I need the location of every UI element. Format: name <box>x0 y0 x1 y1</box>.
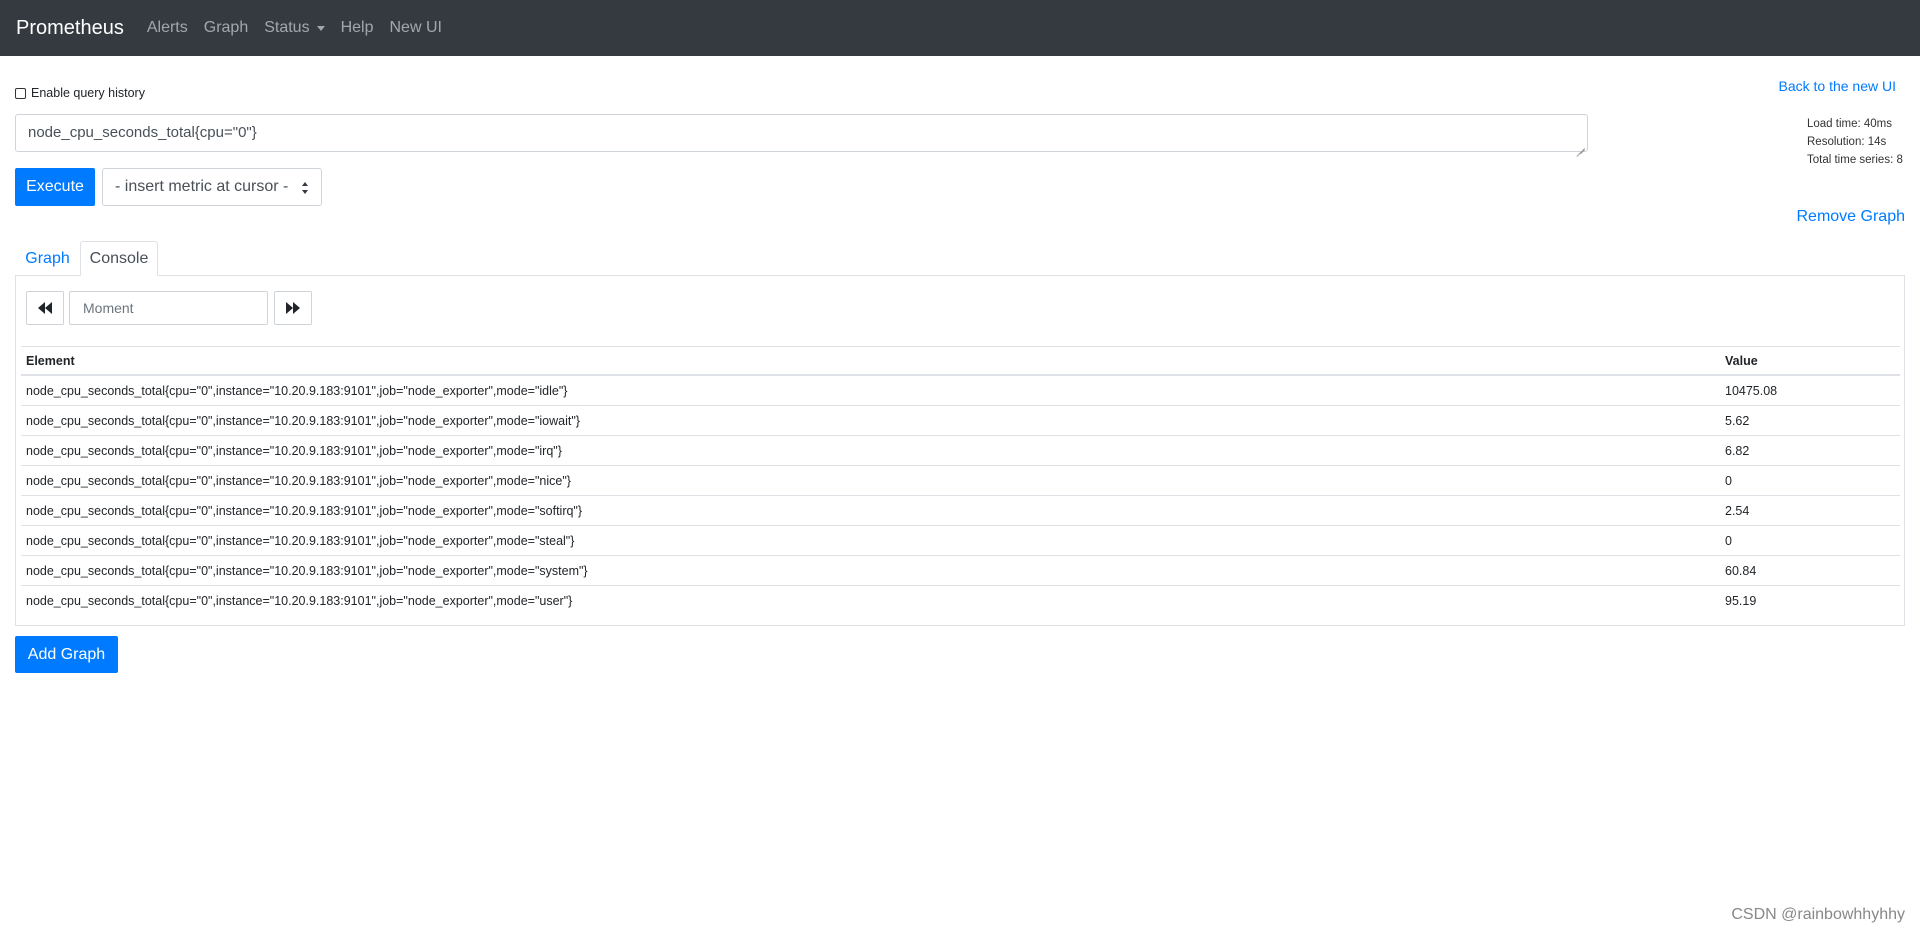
query-history-label: Enable query history <box>31 86 145 100</box>
results-table: Element Value node_cpu_seconds_total{cpu… <box>21 346 1900 616</box>
expression-text: node_cpu_seconds_total{cpu="0"} <box>28 124 257 141</box>
back-to-new-ui-link[interactable]: Back to the new UI <box>1778 78 1896 94</box>
watermark: CSDN @rainbowhhyhhy <box>1731 906 1905 923</box>
navbar: Prometheus Alerts Graph Status Help New … <box>0 0 1920 56</box>
time-forward-button[interactable] <box>274 291 312 325</box>
column-header-element: Element <box>26 353 75 368</box>
total-time-series: Total time series: 8 <box>1807 154 1903 166</box>
moment-input[interactable]: Moment <box>69 291 268 325</box>
nav-item-new-ui[interactable]: New UI <box>389 19 441 37</box>
row-value: 2.54 <box>1725 503 1750 518</box>
row-element: node_cpu_seconds_total{cpu="0",instance=… <box>26 563 588 578</box>
row-value: 5.62 <box>1725 413 1750 428</box>
tab-graph[interactable]: Graph <box>16 241 79 276</box>
table-row: node_cpu_seconds_total{cpu="0",instance=… <box>21 376 1900 406</box>
nav-item-graph[interactable]: Graph <box>204 19 248 37</box>
fast-backward-icon <box>38 302 52 314</box>
time-back-button[interactable] <box>26 291 64 325</box>
caret-down-icon <box>316 25 325 31</box>
row-value: 10475.08 <box>1725 383 1778 398</box>
row-element: node_cpu_seconds_total{cpu="0",instance=… <box>26 594 573 608</box>
row-element: node_cpu_seconds_total{cpu="0",instance=… <box>26 413 580 428</box>
table-row: node_cpu_seconds_total{cpu="0",instance=… <box>21 406 1900 436</box>
query-stats: Load time: 40ms Resolution: 14s Total ti… <box>1807 115 1903 169</box>
fast-forward-icon <box>286 302 300 314</box>
row-element: node_cpu_seconds_total{cpu="0",instance=… <box>26 473 571 488</box>
brand-logo[interactable]: Prometheus <box>16 17 124 40</box>
row-element: node_cpu_seconds_total{cpu="0",instance=… <box>26 533 575 548</box>
expression-input[interactable]: node_cpu_seconds_total{cpu="0"} <box>15 114 1588 152</box>
table-row: node_cpu_seconds_total{cpu="0",instance=… <box>21 556 1900 586</box>
table-row: node_cpu_seconds_total{cpu="0",instance=… <box>21 466 1900 496</box>
row-value: 6.82 <box>1725 443 1750 458</box>
table-row: node_cpu_seconds_total{cpu="0",instance=… <box>21 436 1900 466</box>
row-element: node_cpu_seconds_total{cpu="0",instance=… <box>26 383 568 398</box>
nav-item-status[interactable]: Status <box>264 19 325 37</box>
load-time: Load time: 40ms <box>1807 118 1893 130</box>
table-row: node_cpu_seconds_total{cpu="0",instance=… <box>21 586 1900 616</box>
insert-metric-select[interactable]: - insert metric at cursor - <box>102 168 322 206</box>
column-header-value: Value <box>1725 353 1758 368</box>
row-value: 60.84 <box>1725 563 1757 578</box>
resize-handle-icon[interactable] <box>1576 140 1585 149</box>
query-history-toggle[interactable]: Enable query history <box>15 86 145 100</box>
add-graph-button[interactable]: Add Graph <box>15 636 118 673</box>
remove-graph-link[interactable]: Remove Graph <box>1797 208 1906 226</box>
execute-button[interactable]: Execute <box>15 168 95 206</box>
insert-metric-select-value: - insert metric at cursor - <box>115 178 289 195</box>
tab-console[interactable]: Console <box>80 241 158 276</box>
select-arrows-icon <box>302 182 309 194</box>
table-row: node_cpu_seconds_total{cpu="0",instance=… <box>21 526 1900 556</box>
row-element: node_cpu_seconds_total{cpu="0",instance=… <box>26 503 583 518</box>
row-value: 0 <box>1725 473 1732 488</box>
resolution: Resolution: 14s <box>1807 136 1887 148</box>
row-value: 95.19 <box>1725 594 1757 608</box>
nav-item-help[interactable]: Help <box>341 19 374 37</box>
nav-item-alerts[interactable]: Alerts <box>147 19 188 37</box>
nav-item-status-label: Status <box>264 19 310 36</box>
table-header: Element Value <box>21 346 1900 376</box>
table-row: node_cpu_seconds_total{cpu="0",instance=… <box>21 496 1900 526</box>
row-value: 0 <box>1725 533 1732 548</box>
query-history-checkbox[interactable] <box>15 87 26 99</box>
row-element: node_cpu_seconds_total{cpu="0",instance=… <box>26 443 562 458</box>
